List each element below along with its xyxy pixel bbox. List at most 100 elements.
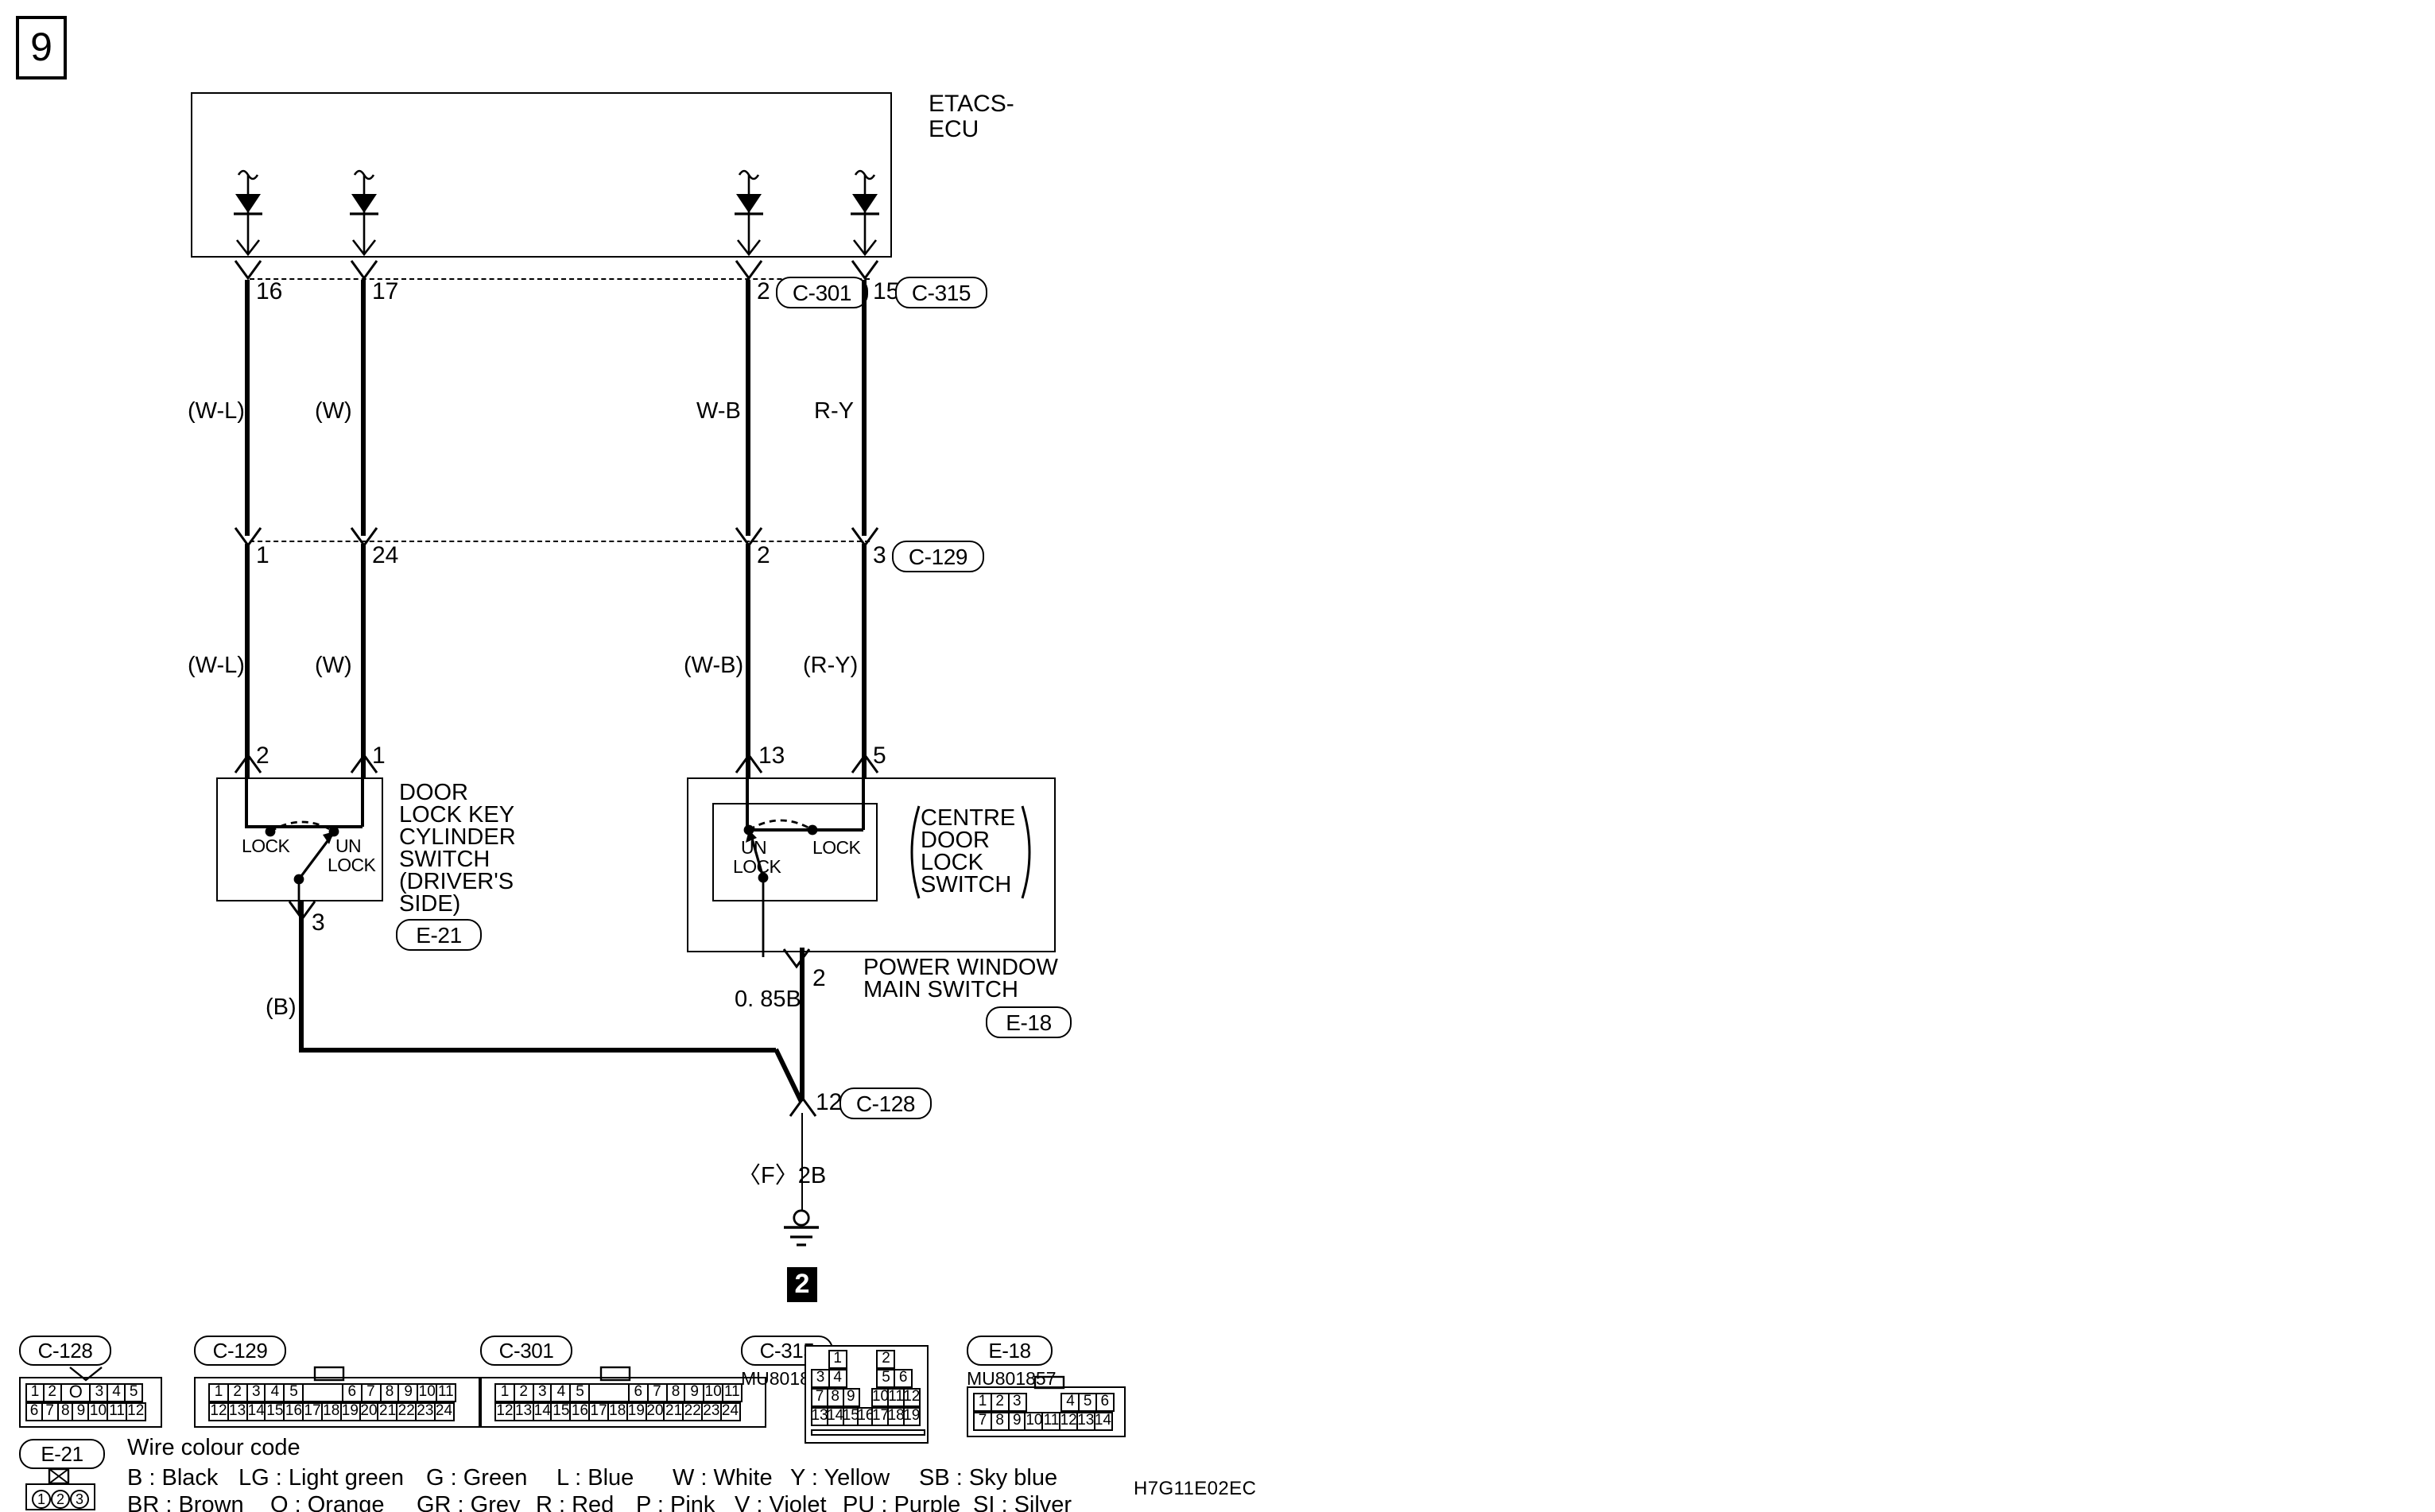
pin-cell: 4 bbox=[550, 1383, 572, 1402]
pin-cell: 13 bbox=[227, 1402, 248, 1421]
pin-cell: 18 bbox=[607, 1402, 628, 1421]
legend-footprint-c315: 1 2 3 4 5 6 7 8 9 10 11 12 13 14 15 16 1… bbox=[805, 1345, 929, 1444]
connector-tag-e21: E-21 bbox=[396, 919, 482, 951]
pin-cell bbox=[894, 1350, 913, 1369]
wire-colour-15: R-Y bbox=[814, 399, 854, 425]
pin-cell: 8 bbox=[665, 1383, 686, 1402]
colour-code-lg: LG : Light green bbox=[238, 1466, 404, 1491]
wire-13-lower bbox=[746, 544, 750, 777]
pin-cell: 1 bbox=[828, 1350, 847, 1369]
pin-cell: 1 bbox=[494, 1383, 515, 1402]
cdl-name-line4: SWITCH bbox=[921, 873, 1012, 898]
ground-reference-badge: 2 bbox=[787, 1267, 817, 1302]
pin-cell: 5 bbox=[283, 1383, 304, 1402]
wire-colour-17: (W) bbox=[315, 399, 352, 425]
wire-17-upper bbox=[361, 280, 366, 536]
page-number: 9 bbox=[30, 25, 52, 69]
pin-cell: 12 bbox=[902, 1388, 921, 1407]
etacs-ecu-box bbox=[191, 92, 892, 258]
pin-cell: 8 bbox=[379, 1383, 400, 1402]
colour-code-v: V : Violet bbox=[735, 1493, 827, 1512]
pin-cell: 3 bbox=[811, 1369, 830, 1388]
pin-cell: 24 bbox=[719, 1402, 741, 1421]
ground-reference-number: 2 bbox=[794, 1269, 810, 1299]
cdl-paren-right-icon bbox=[1021, 805, 1031, 899]
pin-cell: 6 bbox=[1095, 1393, 1115, 1412]
pin-cell: 11 bbox=[1041, 1412, 1061, 1431]
pin-cell-keyway bbox=[588, 1383, 630, 1402]
connector-tag-c129: C-129 bbox=[892, 541, 984, 572]
pin-cell: 3 bbox=[1007, 1393, 1027, 1412]
pin-cell: 13 bbox=[1076, 1412, 1095, 1431]
ground-junction-pin-12: 12 bbox=[816, 1089, 843, 1116]
pin-cell: 12 bbox=[208, 1402, 229, 1421]
pin-cell: 13 bbox=[513, 1402, 534, 1421]
ground-trunk-upper bbox=[800, 948, 805, 1100]
connector-tag-c128: C-128 bbox=[839, 1087, 932, 1119]
pwms-out-pin-2: 2 bbox=[812, 965, 826, 992]
pin-cell: 2 bbox=[876, 1350, 896, 1369]
pin-cell: 4 bbox=[1060, 1393, 1080, 1412]
pin-cell: 17 bbox=[588, 1402, 610, 1421]
legend-footprint-e18: 1 2 3 4 5 6 7 8 9 10 11 12 13 14 bbox=[967, 1375, 1126, 1437]
pin-cell: 9 bbox=[1007, 1412, 1027, 1431]
colour-code-pu: PU : Purple bbox=[843, 1493, 961, 1512]
colour-code-p: P : Pink bbox=[636, 1493, 715, 1512]
colour-code-si: SI : Silver bbox=[973, 1493, 1072, 1512]
pin-cell-blank-circle: O bbox=[60, 1383, 92, 1402]
wire-5-lower bbox=[862, 544, 867, 777]
connector-tag-c301: C-301 bbox=[776, 277, 868, 308]
legend-tag-c128: C-128 bbox=[19, 1336, 111, 1366]
wire-24-lower bbox=[361, 544, 366, 777]
device-pin-5: 5 bbox=[873, 742, 886, 770]
harness-boundary-top bbox=[250, 278, 870, 280]
dlk-contact-unlock-label-line2: LOCK bbox=[328, 857, 376, 876]
latch-icon-c129 bbox=[313, 1366, 345, 1382]
pin-cell: 2 bbox=[227, 1383, 248, 1402]
wire-colour-5: (R-Y) bbox=[803, 653, 859, 679]
diode-symbol-pin16 bbox=[234, 169, 262, 257]
pin-cell: 1 bbox=[32, 1489, 51, 1508]
dlk-contact-lock-label: LOCK bbox=[242, 838, 290, 857]
pin-cell: 21 bbox=[663, 1402, 684, 1421]
pin-cell: 12 bbox=[125, 1402, 146, 1421]
wire-colour-24: (W) bbox=[315, 653, 352, 679]
pin-cell: 9 bbox=[684, 1383, 705, 1402]
wire-16-upper bbox=[245, 280, 250, 536]
ground-point-label: 〈F〉2B bbox=[738, 1164, 827, 1189]
pin-cell: 10 bbox=[703, 1383, 724, 1402]
pin-cell: 15 bbox=[550, 1402, 572, 1421]
colour-code-sb: SB : Sky blue bbox=[919, 1466, 1058, 1491]
pin-cell: 11 bbox=[435, 1383, 456, 1402]
wire-15-upper bbox=[862, 280, 867, 536]
diode-symbol-pin15 bbox=[851, 169, 879, 257]
pin-cell: 3 bbox=[89, 1383, 109, 1402]
wire-colour-13: (W-B) bbox=[684, 653, 744, 679]
cdl-contact-unlock-line1: UN bbox=[741, 839, 767, 859]
pin-cell: 23 bbox=[414, 1402, 436, 1421]
pin-cell: 5 bbox=[569, 1383, 591, 1402]
wire-colour-code-title: Wire colour code bbox=[127, 1436, 300, 1461]
pin-cell: 11 bbox=[721, 1383, 743, 1402]
pin-cell-keyway bbox=[1025, 1393, 1063, 1412]
pin-cell: 4 bbox=[264, 1383, 285, 1402]
dlk-out-pin-3: 3 bbox=[312, 909, 325, 936]
pin-cell: 5 bbox=[876, 1369, 896, 1388]
wire-2-upper bbox=[746, 280, 750, 536]
pin-cell: 24 bbox=[433, 1402, 455, 1421]
pin-cell: 2 bbox=[51, 1489, 70, 1508]
diode-symbol-pin2 bbox=[735, 169, 763, 257]
pin-cell: 11 bbox=[107, 1402, 128, 1421]
pin-cell: 1 bbox=[973, 1393, 992, 1412]
wire-colour-1: (W-L) bbox=[188, 653, 245, 679]
pwms-out-wire-spec: 0. 85B bbox=[735, 987, 801, 1013]
legend-tag-e18: E-18 bbox=[967, 1336, 1053, 1366]
etacs-ecu-label-line1: ETACS- bbox=[929, 91, 1014, 118]
diagram-id: H7G11E02EC bbox=[1134, 1477, 1257, 1499]
pin-cell-keyway bbox=[302, 1383, 344, 1402]
pin-cell: 16 bbox=[283, 1402, 304, 1421]
pin-cell: 21 bbox=[377, 1402, 398, 1421]
legend-footprint-c129: 1 2 3 4 5 6 7 8 9 10 11 12 13 14 15 16 1… bbox=[194, 1366, 480, 1428]
pin-label-17: 17 bbox=[372, 278, 399, 305]
latch-icon-e18 bbox=[1033, 1375, 1065, 1390]
